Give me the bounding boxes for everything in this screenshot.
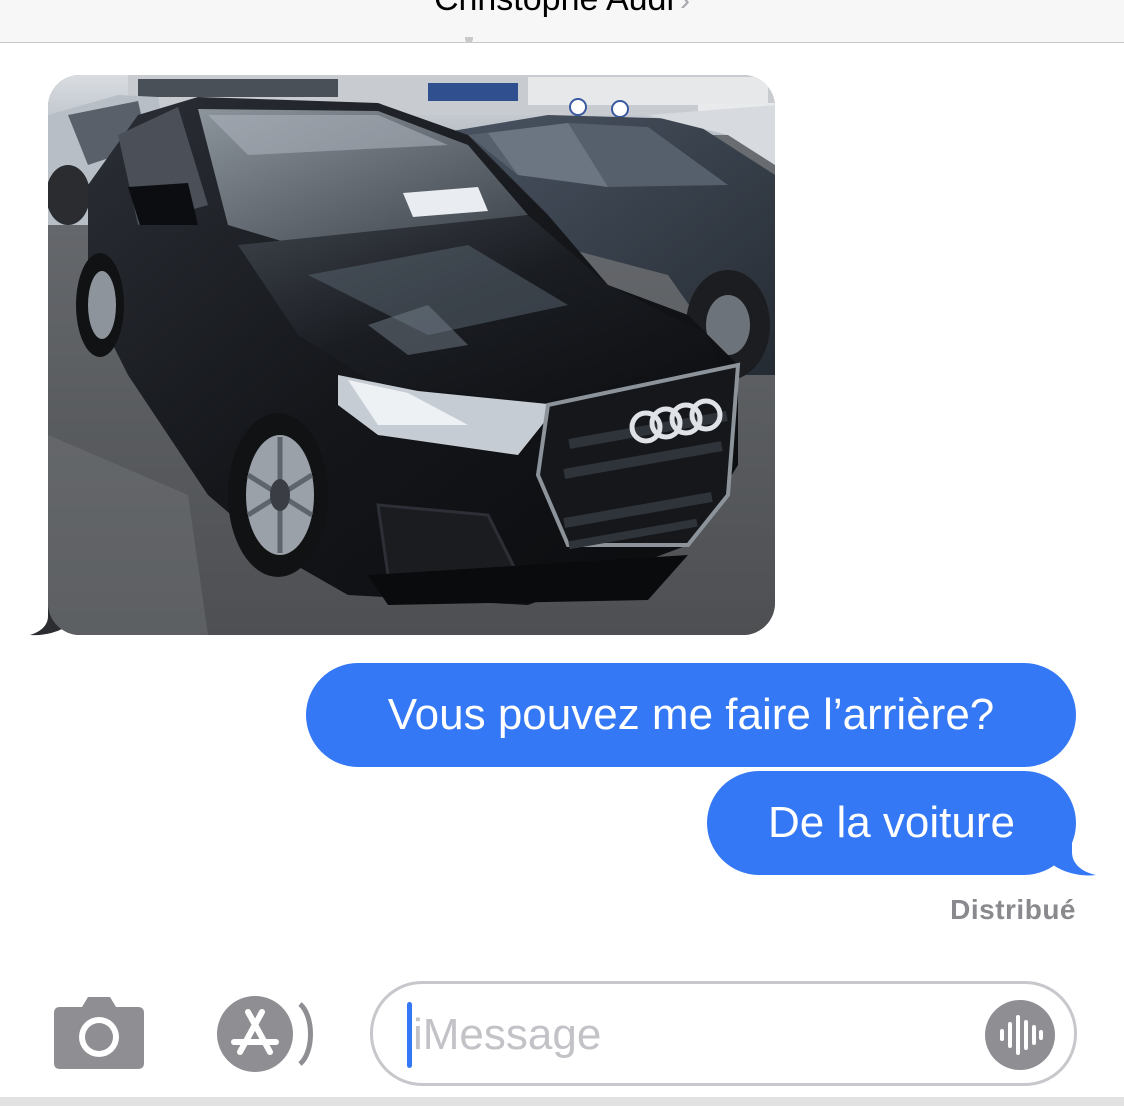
message-text: De la voiture [767,798,1015,847]
incoming-photo-message[interactable] [48,75,775,635]
scroll-indicator [465,37,473,42]
imessage-screen: Christophe Audi › [0,0,1124,1106]
camera-icon[interactable] [52,995,146,1069]
outgoing-message[interactable]: Vous pouvez me faire l’arrière? [306,663,1076,767]
car-photo[interactable] [48,75,775,635]
message-input[interactable]: iMessage [370,981,1077,1086]
home-indicator-bar [0,1097,1124,1106]
chevron-right-icon: › [680,0,691,17]
app-store-icon[interactable] [210,994,320,1074]
outgoing-bubble-tail [1052,834,1096,876]
waveform-icon[interactable] [985,1000,1055,1070]
contact-name[interactable]: Christophe Audi [434,0,674,18]
delivery-status: Distribué [950,894,1076,925]
text-caret [407,1002,412,1068]
message-text: Vous pouvez me faire l’arrière? [387,690,995,739]
outgoing-message[interactable]: De la voiture [707,771,1076,875]
contact-title[interactable]: Christophe Audi › [0,0,1124,19]
input-placeholder: iMessage [413,1010,602,1059]
conversation-header[interactable]: Christophe Audi › [0,0,1124,43]
